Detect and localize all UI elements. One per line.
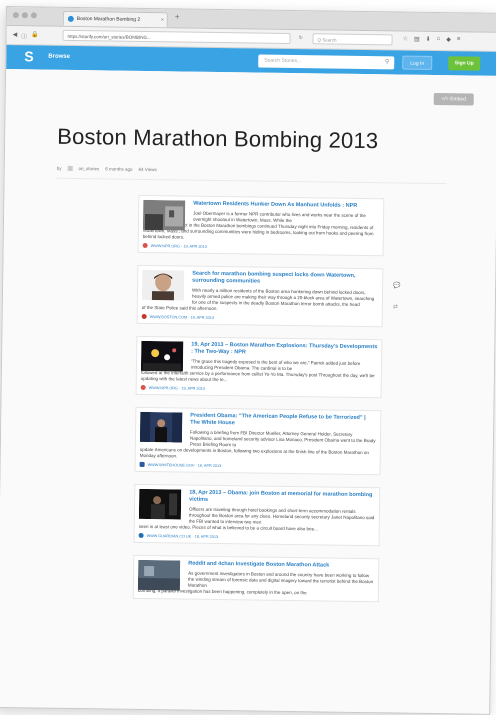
browse-link[interactable]: Browse <box>48 54 70 60</box>
author-avatar[interactable] <box>67 165 73 171</box>
story-page: </> Embed Boston Marathon Bombing 2013 b… <box>0 69 496 696</box>
story-thumbnail[interactable] <box>138 488 182 520</box>
story-source[interactable]: WWW.NPR.ORG · 19, APR 2013 <box>142 242 379 251</box>
menu-icon[interactable]: ≡ <box>457 36 461 43</box>
comment-icon[interactable]: 💬 <box>393 282 401 289</box>
story-source[interactable]: WWW.NPR.ORG · 19, APR 2013 <box>140 384 377 393</box>
story-item: Watertown Residents Hunker Down As Manhu… <box>137 194 385 257</box>
byline: by ori_stories 6 months ago 64 Views <box>57 166 157 172</box>
npr-source-icon <box>142 242 148 249</box>
byline-views[interactable]: 64 Views <box>139 167 157 172</box>
story-source[interactable]: WWW.BOSTON.COM · 19, APR 2013 <box>141 313 378 322</box>
signup-button[interactable]: Sign Up <box>448 56 481 71</box>
close-window-icon[interactable] <box>12 12 19 19</box>
story-thumbnail[interactable] <box>141 269 185 301</box>
browser-search-input[interactable]: Q Search <box>312 33 393 46</box>
toolbar-icons: ☆ ▤ ⬇ ⌂ ◆ ≡ <box>403 36 461 44</box>
byline-age: 6 months ago <box>105 166 133 172</box>
byline-prefix: by <box>56 165 62 171</box>
story-thumbnail[interactable] <box>139 411 183 443</box>
story-actions: 💬 ⇄ <box>393 282 401 324</box>
story-source[interactable]: WWW.WHITEHOUSE.GOV · 16, APR 2013 <box>139 461 376 470</box>
browser-tab[interactable]: Boston Marathon Bombing 2 × <box>62 10 168 28</box>
story-title[interactable]: Reddit and 4chan Investigate Boston Mara… <box>188 561 374 571</box>
story-source[interactable]: WWW.GUARDIAN.CO.UK · 18, APR 2013 <box>138 532 375 541</box>
story-title[interactable]: 18, Apr 2013 – Obama: join Boston at mem… <box>189 490 375 507</box>
story-item: President Obama: “The American People Re… <box>134 406 382 476</box>
info-icon[interactable]: ⓘ <box>21 31 27 40</box>
favicon-icon <box>67 15 74 22</box>
browser-window: Boston Marathon Bombing 2 × + ◀ ⓘ 🔒 http… <box>0 6 496 715</box>
story-search-input[interactable]: Search Stories... ⚲ <box>258 54 395 70</box>
bookmark-star-icon[interactable]: ☆ <box>403 36 408 43</box>
title-divider <box>56 177 447 185</box>
story-item: Reddit and 4chan Investigate Boston Mara… <box>132 554 380 603</box>
home-icon[interactable]: ⌂ <box>437 36 441 43</box>
back-icon[interactable]: ◀ <box>13 31 18 40</box>
story-title[interactable]: Search for marathon bombing suspect lock… <box>192 271 378 288</box>
story-item: 18, Apr 2013 – Obama: join Boston at mem… <box>133 483 381 547</box>
whitehouse-source-icon <box>139 461 145 467</box>
story-thumbnail[interactable] <box>137 559 181 591</box>
reload-icon[interactable]: ↻ <box>299 35 303 41</box>
new-tab-button[interactable]: + <box>175 12 180 21</box>
nav-buttons: ◀ ⓘ 🔒 <box>13 31 39 40</box>
login-button[interactable]: Log In <box>402 55 433 70</box>
pocket-icon[interactable]: ◆ <box>446 36 451 43</box>
story-search-placeholder: Search Stories... <box>264 57 302 65</box>
search-icon[interactable]: ⚲ <box>385 56 390 69</box>
share-icon[interactable]: ⇄ <box>393 303 401 310</box>
story-thumbnail[interactable] <box>142 199 186 231</box>
story-title[interactable]: Watertown Residents Hunker Down As Manhu… <box>193 201 379 211</box>
story-title[interactable]: President Obama: “The American People Re… <box>190 413 376 430</box>
boston-source-icon <box>141 313 147 319</box>
story-title[interactable]: 19, Apr 2013 – Boston Marathon Explosion… <box>191 342 377 359</box>
reading-list-icon[interactable]: ▤ <box>414 36 420 43</box>
story-thumbnail[interactable] <box>140 340 184 372</box>
author-link[interactable]: ori_stories <box>78 166 99 171</box>
minimize-window-icon[interactable] <box>21 12 28 19</box>
page-title: Boston Marathon Bombing 2013 <box>57 123 379 154</box>
storify-logo[interactable]: S <box>24 48 36 64</box>
guardian-source-icon <box>138 532 144 538</box>
story-item: 19, Apr 2013 – Boston Marathon Explosion… <box>135 335 383 399</box>
lock-icon: 🔒 <box>31 32 39 39</box>
embed-button[interactable]: </> Embed <box>433 92 474 106</box>
npr-source-icon <box>140 384 146 390</box>
story-item: Search for marathon bombing suspect lock… <box>136 264 384 328</box>
story-list: Watertown Residents Hunker Down As Manhu… <box>132 194 385 614</box>
tab-title: Boston Marathon Bombing 2 <box>76 15 141 23</box>
download-icon[interactable]: ⬇ <box>426 36 431 43</box>
zoom-window-icon[interactable] <box>30 12 37 19</box>
window-controls[interactable] <box>12 12 37 19</box>
tab-close-icon[interactable]: × <box>161 13 167 28</box>
url-bar[interactable]: https://storify.com/ori_stories/BOMBING.… <box>62 29 291 44</box>
